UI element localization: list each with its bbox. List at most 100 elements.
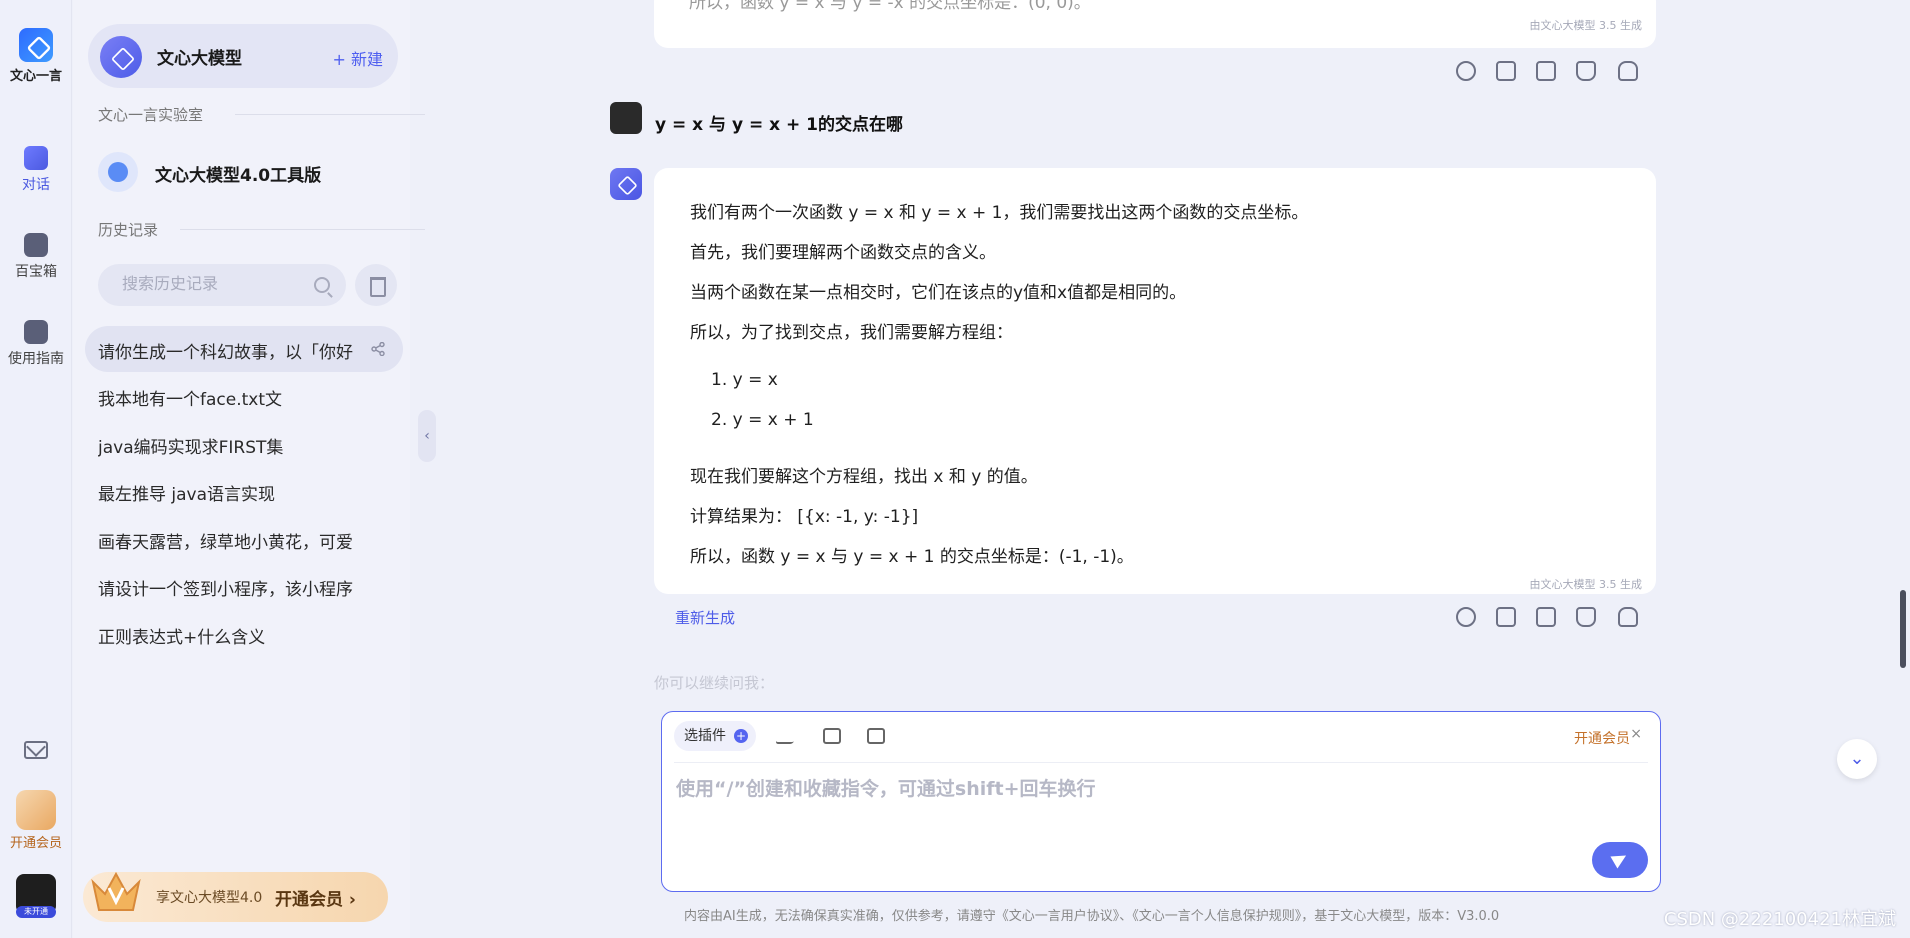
history-item-label: 请你生成一个科幻故事，以「你好 — [98, 343, 353, 363]
wenxin-logo-icon — [19, 28, 53, 62]
nav-rail: 文心一言 对话 百宝箱 使用指南 开通会员 未开通 — [0, 0, 72, 938]
answer-actions — [1456, 61, 1656, 85]
close-icon[interactable]: × — [1630, 726, 1642, 742]
clear-history-trash-icon[interactable] — [355, 264, 397, 306]
model-name: 文心大模型 — [157, 49, 242, 69]
watermark: CSDN @222100421林宜斌 — [1663, 909, 1896, 930]
previous-answer-bubble: 所以，函数 y = x 与 y = -x 的交点坐标是：(0, 0)。 由文心大… — [654, 0, 1656, 48]
rail-item-guide[interactable]: 使用指南 — [0, 320, 72, 368]
answer-paragraph: 所以，为了找到交点，我们需要解方程组： — [690, 323, 1013, 343]
crown-icon — [91, 871, 141, 911]
continue-hint: 你可以继续问我： — [654, 674, 775, 692]
user-question: y = x 与 y = x + 1的交点在哪 — [655, 115, 904, 135]
image-icon[interactable] — [1496, 607, 1516, 627]
select-plugin-button[interactable]: 选插件 + — [674, 721, 756, 751]
chat-icon — [24, 146, 48, 170]
search-icon[interactable] — [314, 277, 330, 293]
history-item[interactable]: 请你生成一个科幻故事，以「你好 — [85, 326, 403, 372]
tool-item-wenxin-4[interactable]: 文心大模型4.0工具版 — [98, 148, 388, 196]
app-logo[interactable]: 文心一言 — [0, 28, 72, 84]
generated-by-tag: 由文心大模型 3.5 生成 — [1529, 19, 1643, 32]
previous-answer-text: 所以，函数 y = x 与 y = -x 的交点坐标是：(0, 0)。 — [689, 0, 1091, 13]
share-icon[interactable] — [371, 342, 385, 356]
thumbs-up-icon[interactable] — [1576, 61, 1596, 81]
send-button[interactable] — [1592, 842, 1648, 878]
tool-version-icon — [98, 152, 138, 192]
copy-icon[interactable] — [1536, 607, 1556, 627]
answer-paragraph: 所以，函数 y = x 与 y = x + 1 的交点坐标是：(-1, -1)。 — [690, 547, 1134, 567]
share-icon[interactable] — [1456, 61, 1476, 81]
answer-bubble: 我们有两个一次函数 y = x 和 y = x + 1，我们需要找出这两个函数的… — [654, 168, 1656, 594]
toolbox-icon — [24, 233, 48, 257]
regenerate-button[interactable]: 重新生成 — [675, 607, 735, 628]
promo-text: 享文心大模型4.0 — [156, 890, 263, 906]
history-item-label: java编码实现求FIRST集 — [98, 438, 284, 458]
answer-paragraph: 计算结果为： [{x: -1, y: -1}] — [690, 507, 919, 527]
answer-paragraph: 首先，我们要理解两个函数交点的含义。 — [690, 243, 996, 263]
rail-item-label: 对话 — [22, 177, 50, 193]
new-chat-button[interactable]: + 新建 — [333, 46, 384, 70]
disclaimer-footer: 内容由AI生成，无法确保真实准确，仅供参考，请遵守《文心一言用户协议》、《文心一… — [684, 909, 1500, 924]
share-icon[interactable] — [1456, 607, 1476, 627]
command-slash-icon[interactable] — [775, 728, 799, 744]
history-item[interactable]: 我本地有一个face.txt文 — [85, 373, 403, 419]
history-item-label: 最左推导 java语言实现 — [98, 485, 276, 505]
history-item-label: 正则表达式+什么含义 — [98, 628, 266, 648]
history-section-title: 历史记录 — [98, 219, 425, 240]
history-item-label: 我本地有一个face.txt文 — [98, 390, 283, 410]
rail-vip-button[interactable]: 开通会员 — [0, 790, 72, 851]
history-search-input[interactable] — [122, 274, 302, 293]
generated-by-tag: 由文心大模型 3.5 生成 — [1529, 578, 1643, 591]
history-item[interactable]: java编码实现求FIRST集 — [85, 421, 403, 467]
avatar — [610, 102, 642, 134]
rail-item-chat[interactable]: 对话 — [0, 146, 72, 194]
history-item[interactable]: 最左推导 java语言实现 — [85, 468, 403, 514]
image-upload-icon[interactable] — [823, 728, 841, 744]
rail-item-toolbox[interactable]: 百宝箱 — [0, 233, 72, 281]
message-input[interactable] — [676, 774, 1606, 844]
history-search — [98, 264, 346, 306]
history-item-label: 画春天露营，绿草地小黄花，可爱 — [98, 533, 353, 553]
vip-diamond-icon — [16, 790, 56, 830]
lab-title-text: 文心一言实验室 — [98, 106, 204, 124]
thumbs-down-icon[interactable] — [1618, 607, 1638, 627]
vip-promo-banner[interactable]: 享文心大模型4.0 开通会员 › — [83, 871, 388, 922]
promo-cta[interactable]: 开通会员 › — [275, 885, 356, 910]
model-logo-icon — [100, 36, 142, 78]
vip-status-badge: 未开通 — [16, 906, 56, 918]
copy-icon[interactable] — [1536, 61, 1556, 81]
message-composer: 选插件 + 开通会员 × — [661, 711, 1661, 892]
sidebar: 文心大模型 + 新建 文心一言实验室 文心大模型4.0工具版 历史记录 请你生成… — [73, 0, 425, 938]
divider — [235, 114, 425, 115]
plus-icon: + — [734, 729, 748, 743]
history-item-label: 请设计一个签到小程序，该小程序 — [98, 580, 353, 600]
answer-paragraph: 我们有两个一次函数 y = x 和 y = x + 1，我们需要找出这两个函数的… — [690, 203, 1309, 223]
model-card[interactable]: 文心大模型 + 新建 — [88, 24, 398, 88]
rail-item-label: 百宝箱 — [15, 264, 57, 280]
answer-list-item: 2. y = x + 1 — [711, 410, 814, 430]
answer-paragraph: 现在我们要解这个方程组，找出 x 和 y 的值。 — [690, 467, 1038, 487]
image-icon[interactable] — [1496, 61, 1516, 81]
rail-item-label: 使用指南 — [8, 351, 64, 367]
scrollbar-thumb[interactable] — [1900, 590, 1906, 668]
answer-paragraph: 当两个函数在某一点相交时，它们在该点的y值和x值都是相同的。 — [690, 283, 1187, 303]
divider — [674, 762, 1648, 763]
scroll-to-bottom-chevron-icon[interactable]: ⌄ — [1837, 739, 1877, 779]
lab-section-title: 文心一言实验室 — [98, 104, 425, 125]
composer-vip-link[interactable]: 开通会员 — [1574, 728, 1630, 748]
history-title-text: 历史记录 — [98, 221, 159, 239]
history-item[interactable]: 画春天露营，绿草地小黄花，可爱 — [85, 516, 403, 562]
history-item[interactable]: 正则表达式+什么含义 — [85, 611, 403, 657]
plugin-label: 选插件 — [684, 728, 726, 744]
chat-area: 所以，函数 y = x 与 y = -x 的交点坐标是：(0, 0)。 由文心大… — [410, 0, 1910, 938]
app-logo-label: 文心一言 — [9, 69, 62, 84]
tool-item-label: 文心大模型4.0工具版 — [155, 166, 322, 186]
user-avatar[interactable]: 未开通 — [16, 874, 56, 918]
thumbs-up-icon[interactable] — [1576, 607, 1596, 627]
thumbs-down-icon[interactable] — [1618, 61, 1638, 81]
mail-icon[interactable] — [24, 741, 48, 759]
history-item[interactable]: 请设计一个签到小程序，该小程序 — [85, 563, 403, 609]
bot-avatar — [610, 168, 642, 200]
answer-list-item: 1. y = x — [711, 370, 778, 390]
file-upload-icon[interactable] — [867, 728, 885, 744]
